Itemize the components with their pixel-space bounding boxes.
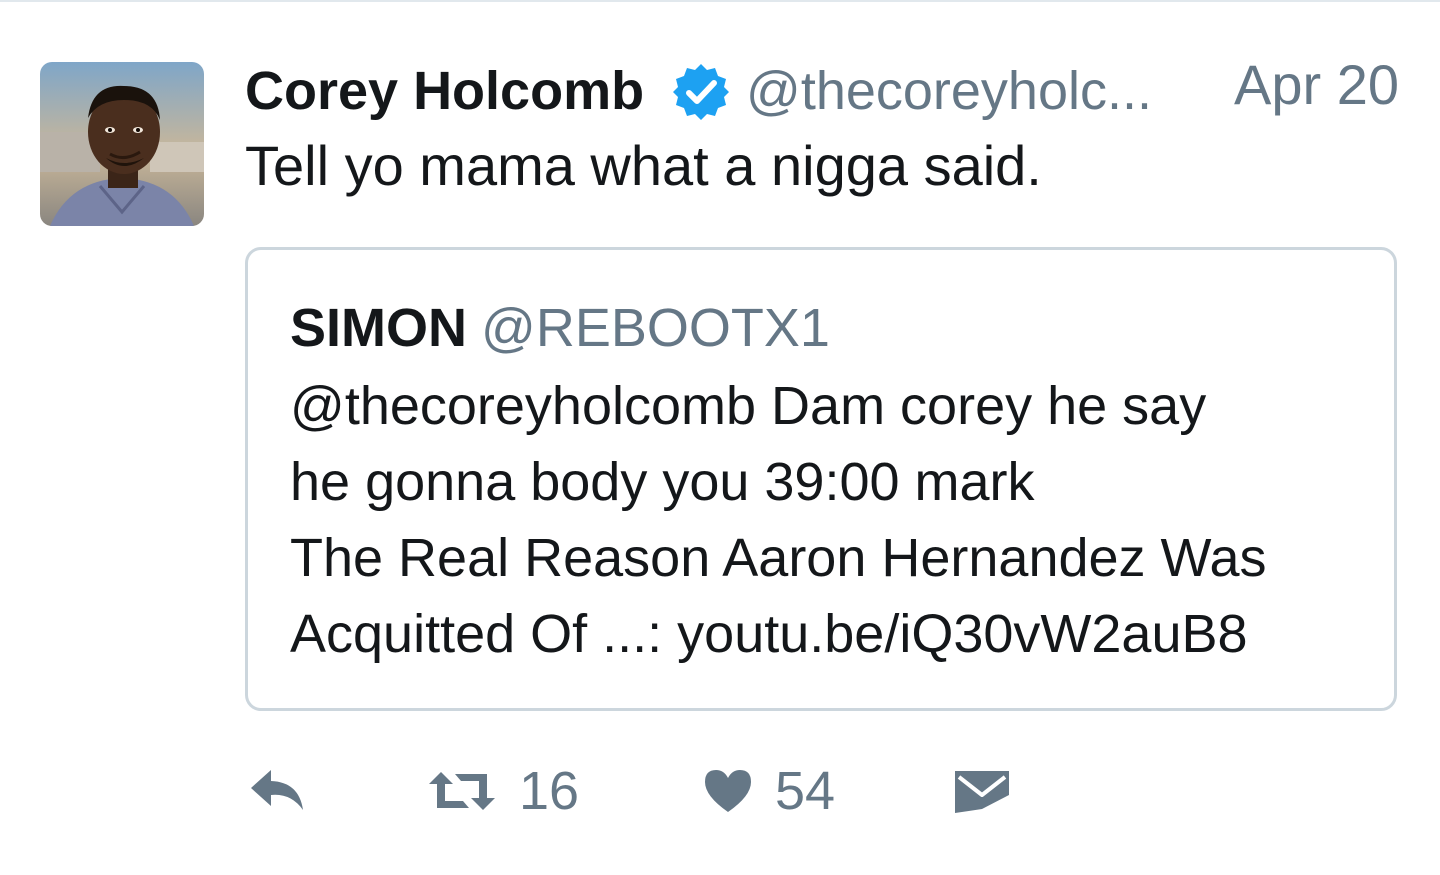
quoted-text-line: Acquitted Of ...: youtu.be/iQ30vW2auB8 [290, 604, 1248, 664]
quoted-author-name: SIMON [290, 298, 468, 358]
quoted-text-line: he gonna body you 39:00 mark [290, 452, 1035, 512]
profile-photo-icon [40, 62, 204, 226]
like-button[interactable]: 54 [703, 755, 835, 827]
reply-button[interactable] [249, 755, 307, 827]
like-count: 54 [775, 761, 836, 821]
heart-icon [705, 770, 751, 812]
retweet-button[interactable]: 16 [427, 755, 579, 827]
author-name[interactable]: Corey Holcomb [245, 56, 644, 126]
tweet-header: Corey Holcomb @thecoreyholc... Apr 20 [245, 53, 1405, 126]
author-handle[interactable]: @thecoreyholc... [746, 56, 1152, 126]
tweet-actions: 16 54 [245, 755, 1245, 827]
verified-badge-icon [671, 62, 731, 122]
tweet-date[interactable]: Apr 20 [1234, 50, 1399, 120]
quoted-text-line: @thecoreyholcomb Dam corey he say [290, 376, 1207, 436]
quoted-author-handle: @REBOOTX1 [481, 298, 830, 358]
direct-message-button[interactable] [953, 755, 1011, 827]
tweet-text: Tell yo mama what a nigga said. [245, 134, 1042, 197]
reply-icon [251, 770, 303, 810]
avatar[interactable] [40, 62, 204, 226]
quoted-tweet-card[interactable]: SIMON @REBOOTX1 @thecoreyholcomb Dam core… [245, 247, 1397, 711]
retweet-count: 16 [519, 761, 580, 821]
envelope-icon [955, 771, 1009, 813]
retweet-icon [429, 772, 495, 810]
quoted-text-line: The Real Reason Aaron Hernandez Was [290, 528, 1267, 588]
quoted-tweet-text: @thecoreyholcomb Dam corey he say he gon… [290, 368, 1370, 672]
quoted-tweet-header: SIMON @REBOOTX1 [290, 296, 830, 360]
tweet: Corey Holcomb @thecoreyholc... Apr 20 Te… [0, 0, 1440, 875]
